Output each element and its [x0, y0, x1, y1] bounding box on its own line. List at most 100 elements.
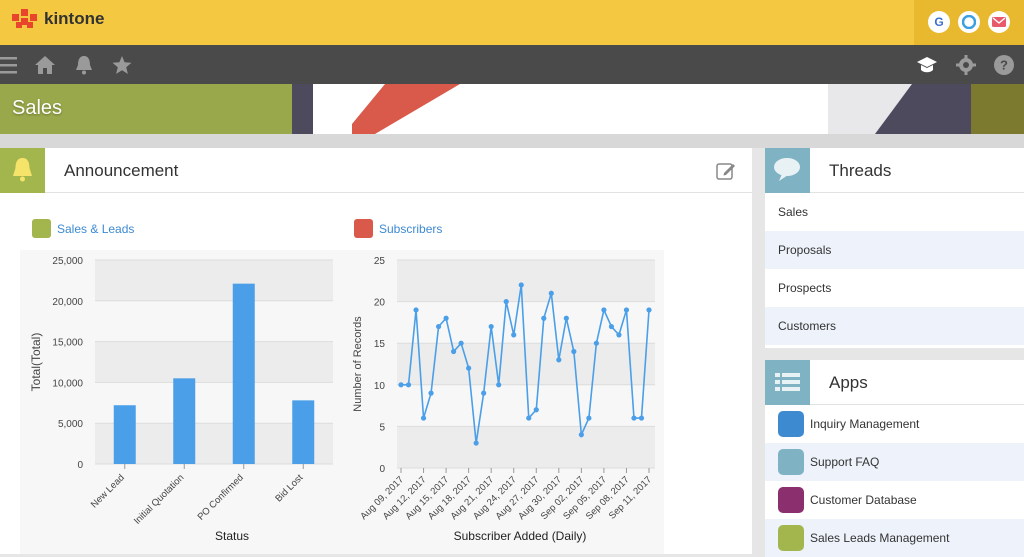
subscribers-chart-title: Subscribers	[379, 221, 443, 236]
data-point	[481, 390, 487, 396]
y-tick-label: 0	[77, 460, 83, 471]
announcement-bell-icon	[0, 148, 45, 193]
data-point	[443, 315, 449, 321]
data-point	[488, 323, 494, 330]
y-tick-label: 25	[374, 256, 386, 267]
header-app-links: G	[914, 0, 1024, 45]
bar	[292, 400, 315, 464]
subscribers-chart-link[interactable]: Subscribers	[354, 219, 442, 238]
data-point	[556, 357, 562, 363]
thread-item-sales[interactable]: Sales	[765, 193, 1024, 231]
data-point	[571, 348, 577, 355]
sales-leads-bar-chart: 05,00010,00015,00020,00025,000New Lead In…	[20, 250, 342, 554]
y-tick-label: 0	[379, 464, 385, 475]
y-tick-label: 25,000	[52, 256, 83, 267]
app-label: Sales Leads Management	[810, 531, 950, 545]
data-point	[586, 415, 592, 421]
brand-name: kintone	[44, 9, 105, 28]
data-point	[398, 382, 404, 388]
apps-header: Apps	[765, 360, 1024, 405]
data-point	[646, 307, 652, 313]
thread-item-customers[interactable]: Customers	[765, 307, 1024, 345]
grid-band	[397, 260, 655, 302]
app-item-support-faq[interactable]: Support FAQ	[765, 443, 1024, 481]
data-point	[593, 340, 599, 346]
threads-speech-bubble-icon	[765, 148, 810, 193]
star-icon[interactable]	[111, 54, 133, 76]
apps-title: Apps	[829, 373, 868, 392]
menu-icon[interactable]	[0, 54, 22, 76]
sales-leads-chart-link[interactable]: Sales & Leads	[32, 219, 134, 238]
data-point	[601, 307, 607, 313]
thread-item-proposals[interactable]: Proposals	[765, 231, 1024, 269]
speech-bubble-icon	[778, 449, 804, 475]
announcement-header: Announcement	[0, 148, 752, 193]
x-axis-label: Subscriber Added (Daily)	[454, 529, 587, 543]
data-point	[473, 440, 479, 446]
y-tick-label: 15	[374, 339, 386, 350]
grid-band	[95, 341, 333, 383]
gear-icon[interactable]	[955, 54, 977, 76]
data-point	[428, 390, 434, 396]
graduation-cap-icon[interactable]	[916, 54, 938, 76]
chrome-icon[interactable]	[958, 11, 980, 33]
bell-icon[interactable]	[73, 54, 95, 76]
top-bar: kintone G	[0, 0, 1024, 45]
y-axis-label: Total(Total)	[29, 333, 43, 392]
data-point	[518, 282, 524, 288]
subscribers-line-chart: 0510152025Aug 09, 2017Aug 12, 2017Aug 15…	[342, 250, 664, 554]
app-item-customer-database[interactable]: Customer Database	[765, 481, 1024, 519]
threads-header: Threads	[765, 148, 1024, 193]
briefcase-icon	[778, 525, 804, 551]
y-tick-label: 10	[374, 381, 386, 392]
svg-text:?: ?	[1000, 58, 1008, 73]
data-point	[548, 290, 554, 296]
data-point	[466, 365, 472, 371]
y-tick-label: 20,000	[52, 297, 83, 308]
bar	[232, 283, 255, 464]
edit-icon[interactable]	[716, 161, 736, 181]
announcement-title: Announcement	[64, 161, 179, 180]
app-label: Support FAQ	[810, 455, 880, 469]
apps-panel: Apps Inquiry Management Support FAQ Cust…	[765, 360, 1024, 557]
data-point	[413, 307, 419, 313]
data-point	[511, 332, 517, 338]
y-tick-label: 20	[374, 298, 386, 309]
data-point	[623, 307, 630, 313]
data-point	[496, 382, 502, 388]
app-label: Customer Database	[810, 493, 917, 507]
data-point	[435, 323, 442, 330]
y-tick-label: 10,000	[52, 378, 83, 389]
kintone-logo-icon	[12, 9, 37, 28]
data-point	[578, 432, 584, 438]
mouse-icon	[778, 411, 804, 437]
app-item-sales-leads-management[interactable]: Sales Leads Management	[765, 519, 1024, 557]
threads-title: Threads	[829, 161, 892, 180]
data-point	[631, 415, 637, 421]
bar	[113, 405, 136, 464]
data-point	[526, 415, 532, 421]
data-point	[458, 340, 464, 346]
threads-panel: Threads Sales Proposals Prospects Custom…	[765, 148, 1024, 348]
google-icon[interactable]: G	[928, 11, 950, 33]
app-label: Inquiry Management	[810, 417, 920, 431]
y-axis-label: Number of Records	[352, 316, 364, 412]
divider	[0, 134, 1024, 148]
grid-band	[397, 426, 655, 468]
data-point	[608, 323, 615, 330]
data-point	[405, 382, 412, 388]
data-point	[638, 415, 645, 421]
app-item-inquiry-management[interactable]: Inquiry Management	[765, 405, 1024, 443]
announcement-panel: Announcement Sales & Leads Subscribers 0…	[0, 148, 752, 554]
kintone-logo[interactable]: kintone	[12, 9, 104, 29]
sales-leads-chart-title: Sales & Leads	[57, 221, 135, 236]
home-icon[interactable]	[34, 54, 56, 76]
data-point	[541, 315, 547, 321]
help-icon[interactable]: ?	[993, 54, 1015, 76]
y-tick-label: 15,000	[52, 338, 83, 349]
sales-leads-app-icon	[32, 219, 51, 238]
apps-list-icon	[765, 360, 810, 405]
x-axis-label: Status	[215, 529, 249, 543]
thread-item-prospects[interactable]: Prospects	[765, 269, 1024, 307]
mail-icon[interactable]	[988, 11, 1010, 33]
